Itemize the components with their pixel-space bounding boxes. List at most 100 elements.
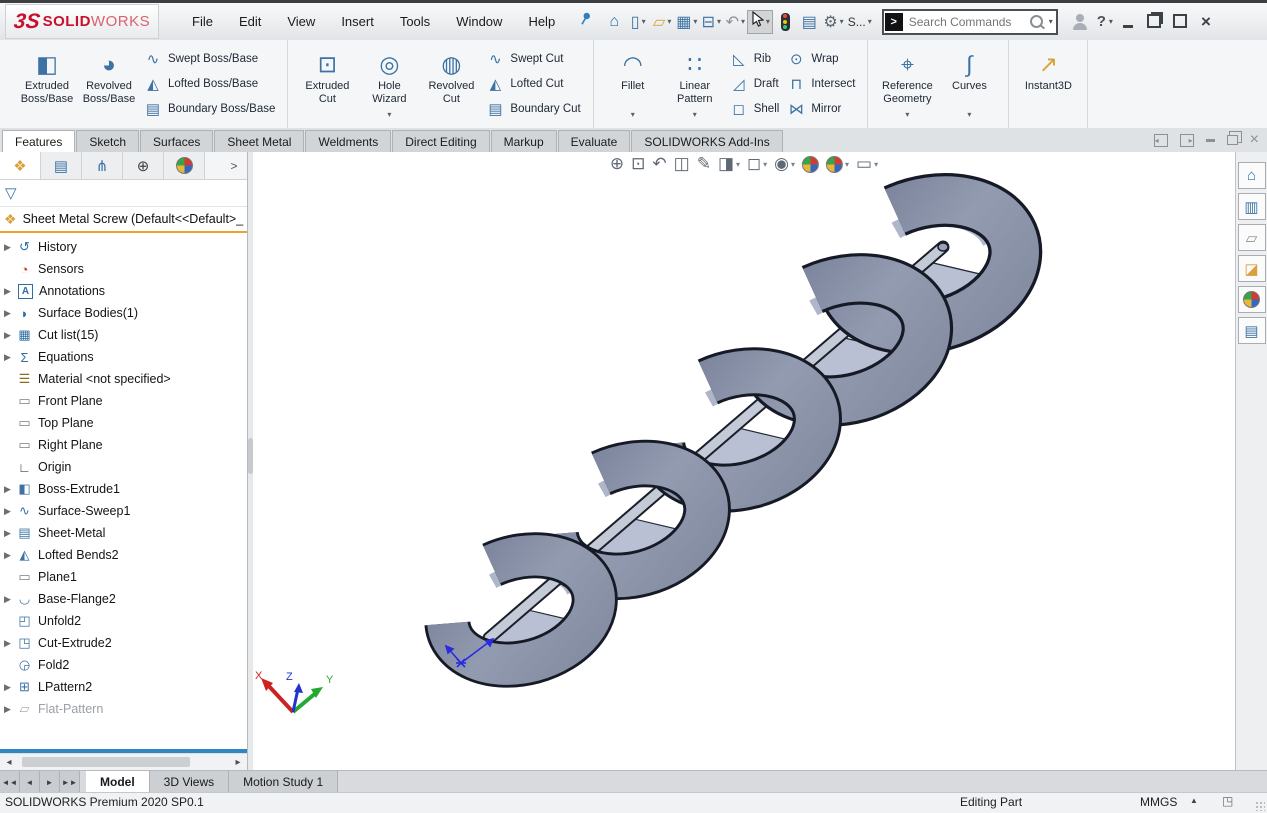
zoom-to-fit-button[interactable]: ⊕ — [608, 153, 626, 175]
wrap-button[interactable]: ⊙Wrap — [787, 47, 855, 72]
lofted-cut-button[interactable]: ◭Lofted Cut — [486, 72, 580, 97]
draft-button[interactable]: ◿Draft — [730, 72, 780, 97]
tag-icon[interactable]: ◳ — [1222, 794, 1233, 808]
tab-sketch[interactable]: Sketch — [76, 130, 139, 152]
dropdown-arrow-icon[interactable]: ▾ — [741, 17, 745, 26]
units-selector[interactable]: MMGS — [1140, 795, 1177, 809]
select-cursor-button[interactable]: ▾ — [747, 10, 773, 34]
scroll-thumb[interactable] — [22, 757, 190, 767]
dropdown-arrow-icon[interactable]: ▾ — [791, 160, 795, 169]
revolved-cut-button[interactable]: ◍RevolvedCut — [420, 45, 482, 123]
file-explorer-button[interactable]: ▱ — [1238, 224, 1266, 251]
close-button[interactable]: × — [1199, 16, 1213, 28]
display-manager-tab[interactable] — [164, 152, 205, 179]
section-view-button[interactable]: ◫ — [672, 153, 692, 175]
dropdown-arrow-icon[interactable]: ▾ — [766, 17, 770, 26]
tree-item-annotations[interactable]: ▶AAnnotations — [0, 280, 247, 302]
restore-button[interactable] — [1147, 16, 1161, 28]
filter-funnel-icon[interactable]: ▽ — [5, 184, 17, 202]
login-user-icon[interactable] — [1072, 14, 1088, 30]
view-palette-button[interactable]: ◪ — [1238, 255, 1266, 282]
search-icon[interactable] — [1030, 15, 1043, 28]
tree-root-item[interactable]: ❖ Sheet Metal Screw (Default<<Default>_ — [0, 207, 247, 231]
tree-item-cut-list-15-[interactable]: ▶▦Cut list(15) — [0, 324, 247, 346]
tab-surfaces[interactable]: Surfaces — [140, 130, 213, 152]
tree-horizontal-scrollbar[interactable]: ◂ ▸ — [0, 753, 247, 770]
part-tab[interactable]: ❖ — [0, 152, 41, 179]
dropdown-arrow-icon[interactable]: ▾ — [667, 17, 671, 26]
dropdown-arrow-icon[interactable]: ▾ — [763, 160, 767, 169]
tree-item-front-plane[interactable]: ▭Front Plane — [0, 390, 247, 412]
shell-button[interactable]: ◻Shell — [730, 97, 780, 122]
curves-button[interactable]: ∫Curves▾ — [938, 45, 1000, 123]
dropdown-arrow-icon[interactable]: ▾ — [693, 110, 697, 123]
tree-item-surface-bodies-1-[interactable]: ▶◗Surface Bodies(1) — [0, 302, 247, 324]
display-style-button[interactable]: ◻▾ — [745, 153, 769, 175]
expand-arrow-icon[interactable]: ▶ — [0, 528, 15, 539]
search-input[interactable] — [907, 14, 1030, 30]
custom-properties-button[interactable]: ▤ — [1238, 317, 1266, 344]
help-dropdown-icon[interactable]: ▾ — [1109, 17, 1113, 26]
dropdown-arrow-icon[interactable]: ▾ — [642, 17, 646, 26]
expand-arrow-icon[interactable]: ▶ — [0, 484, 15, 495]
dimxpert-tab[interactable]: ⊕ — [123, 152, 164, 179]
maximize-button[interactable] — [1173, 16, 1187, 28]
tab-sheet-metal[interactable]: Sheet Metal — [214, 130, 304, 152]
search-dropdown-icon[interactable]: ▾ — [1049, 17, 1053, 26]
doc-tab-model[interactable]: Model — [86, 771, 150, 793]
tree-item-sensors[interactable]: ◔Sensors — [0, 258, 247, 280]
menu-edit[interactable]: Edit — [226, 10, 274, 33]
tab-features[interactable]: Features — [2, 130, 75, 152]
menu-help[interactable]: Help — [515, 10, 568, 33]
doc-close-button[interactable]: × — [1250, 131, 1259, 149]
reference-geometry-button[interactable]: ⌖ReferenceGeometry▾ — [876, 45, 938, 123]
tab-markup[interactable]: Markup — [491, 130, 557, 152]
view-orientation-button[interactable]: ◨▾ — [716, 153, 742, 175]
property-manager-tab[interactable]: ▤ — [41, 152, 82, 179]
collapse-right-pane-icon[interactable]: ▸ — [1180, 134, 1194, 147]
hole-wizard-button[interactable]: ◎HoleWizard▾ — [358, 45, 420, 123]
expand-arrow-icon[interactable]: ▶ — [0, 506, 15, 517]
dropdown-arrow-icon[interactable]: ▾ — [874, 160, 878, 169]
design-library-button[interactable]: ▥ — [1238, 193, 1266, 220]
dropdown-arrow-icon[interactable]: ▾ — [845, 160, 849, 169]
intersect-button[interactable]: ⊓Intersect — [787, 72, 855, 97]
tab-weldments[interactable]: Weldments — [305, 130, 391, 152]
undo-button[interactable]: ↶▾ — [723, 9, 747, 35]
linear-pattern-button[interactable]: ∷LinearPattern▾ — [664, 45, 726, 123]
expand-arrow-icon[interactable]: ▶ — [0, 704, 15, 715]
view-settings-button[interactable]: ▭▾ — [854, 153, 880, 175]
doc-tab-3d-views[interactable]: 3D Views — [150, 771, 229, 793]
tree-filter-row[interactable]: ▽ — [0, 180, 247, 207]
dropdown-arrow-icon[interactable]: ▾ — [387, 110, 391, 123]
tree-item-plane1[interactable]: ▭Plane1 — [0, 566, 247, 588]
tree-item-origin[interactable]: ∟Origin — [0, 456, 247, 478]
tree-item-lpattern2[interactable]: ▶⊞LPattern2 — [0, 676, 247, 698]
hide-show-items-button[interactable]: ◉▾ — [772, 153, 797, 175]
expand-arrow-icon[interactable]: ▶ — [0, 286, 15, 297]
settings-gear-button[interactable]: ⚙▾ — [821, 9, 845, 35]
units-dropdown-icon[interactable]: ▲ — [1190, 796, 1198, 805]
expand-arrow-icon[interactable]: ▶ — [0, 242, 15, 253]
fillet-button[interactable]: ◠Fillet▾ — [602, 45, 664, 123]
search-commands-box[interactable]: > ▾ — [882, 9, 1058, 35]
new-file-button[interactable]: ▯▾ — [626, 9, 650, 35]
dropdown-arrow-icon[interactable]: ▾ — [693, 17, 697, 26]
home-button[interactable]: ⌂ — [602, 9, 626, 35]
prev-tab-icon[interactable]: ◄ — [20, 771, 40, 793]
edit-appearance-button[interactable] — [800, 155, 821, 174]
expand-arrow-icon[interactable]: ▶ — [0, 352, 15, 363]
tree-item-flat-pattern[interactable]: ▶▱Flat-Pattern — [0, 698, 247, 720]
tab-evaluate[interactable]: Evaluate — [558, 130, 631, 152]
expand-arrow-icon[interactable]: ▶ — [0, 638, 15, 649]
menu-window[interactable]: Window — [443, 10, 515, 33]
boundary-boss-button[interactable]: ▤Boundary Boss/Base — [144, 97, 275, 122]
model-3d-view[interactable]: X Y Z — [253, 152, 1235, 770]
menu-insert[interactable]: Insert — [328, 10, 387, 33]
zoom-to-area-button[interactable]: ⊡ — [629, 153, 647, 175]
tree-item-lofted-bends2[interactable]: ▶◭Lofted Bends2 — [0, 544, 247, 566]
dropdown-arrow-icon[interactable]: ▾ — [840, 17, 844, 26]
last-tab-icon[interactable]: ►► — [60, 771, 80, 793]
tab-direct-editing[interactable]: Direct Editing — [392, 130, 489, 152]
tree-item-equations[interactable]: ▶ΣEquations — [0, 346, 247, 368]
